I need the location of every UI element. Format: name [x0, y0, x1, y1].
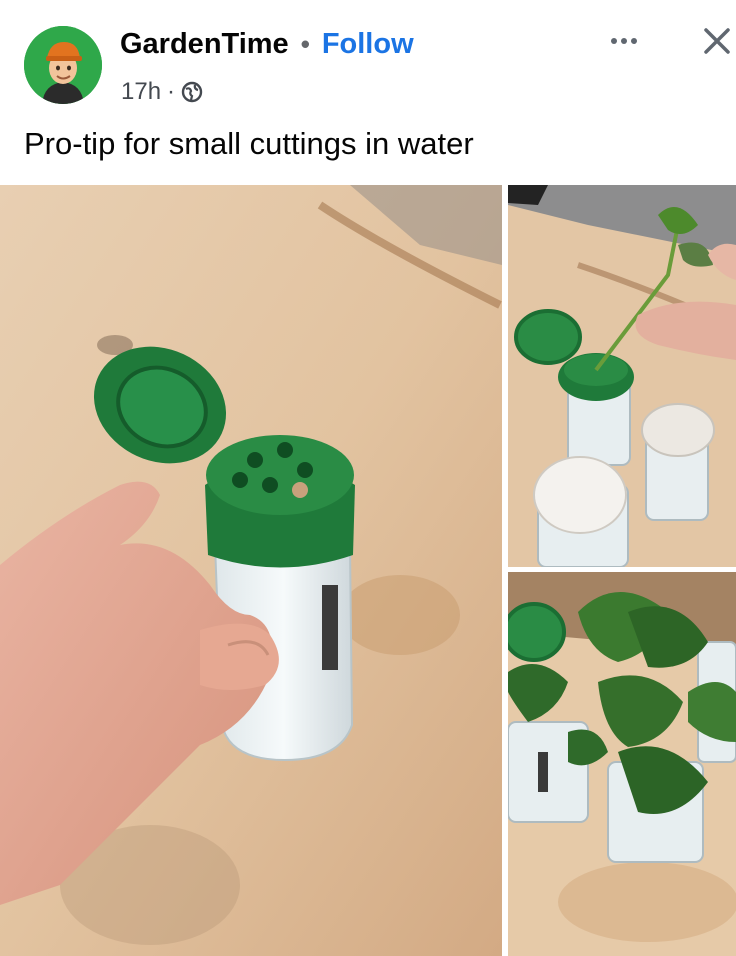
close-icon [704, 28, 730, 54]
close-button[interactable] [696, 20, 736, 62]
more-icon [611, 38, 637, 44]
author-line: GardenTime • Follow [120, 28, 414, 61]
photo-cuttings-growing-in-shakers[interactable] [508, 572, 736, 956]
post-meta: 17h · [121, 78, 203, 106]
more-options-button[interactable] [604, 24, 648, 58]
post-timestamp[interactable]: 17h [121, 78, 161, 106]
photo-image [508, 572, 736, 956]
photo-cutting-inserted-in-shaker[interactable] [508, 185, 736, 567]
author-name[interactable]: GardenTime [120, 28, 289, 61]
bitmoji-avatar-icon [24, 26, 102, 104]
photo-image [0, 185, 502, 956]
follow-button[interactable]: Follow [322, 28, 414, 61]
globe-icon [181, 81, 203, 103]
photo-image [508, 185, 736, 567]
post-caption: Pro-tip for small cuttings in water [24, 126, 474, 161]
dot-separator: • [300, 29, 310, 59]
photo-spice-shaker-in-hand[interactable] [0, 185, 502, 956]
meta-separator: · [167, 78, 176, 105]
avatar[interactable] [24, 26, 102, 104]
post-header: GardenTime • Follow 17h · [0, 0, 736, 116]
